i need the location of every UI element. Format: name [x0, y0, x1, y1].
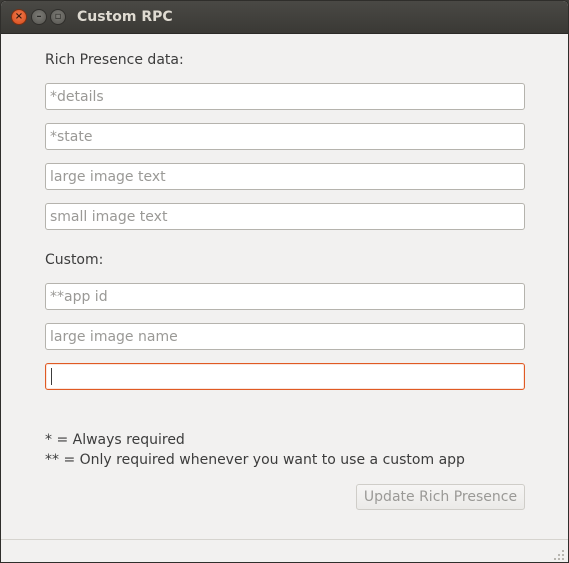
small-image-name-input[interactable] — [45, 363, 525, 390]
details-input[interactable] — [45, 83, 525, 110]
maximize-window-icon[interactable]: ▫ — [50, 9, 66, 25]
close-window-icon[interactable]: × — [11, 9, 27, 25]
minimize-window-icon[interactable]: – — [31, 9, 47, 25]
small-image-text-input[interactable] — [45, 203, 525, 230]
app-id-input[interactable] — [45, 283, 525, 310]
large-image-text-input[interactable] — [45, 163, 525, 190]
rich-presence-section-label: Rich Presence data: — [45, 52, 184, 68]
large-image-name-input[interactable] — [45, 323, 525, 350]
title-bar[interactable]: × – ▫ Custom RPC — [1, 1, 568, 34]
app-window: × – ▫ Custom RPC Rich Presence data: Cus… — [0, 0, 569, 563]
update-rich-presence-button[interactable]: Update Rich Presence — [356, 484, 525, 510]
status-bar — [1, 539, 568, 562]
always-required-note: * = Always required — [45, 432, 185, 448]
resize-grip-icon[interactable] — [554, 550, 564, 560]
state-input[interactable] — [45, 123, 525, 150]
window-title: Custom RPC — [77, 9, 173, 25]
custom-section-label: Custom: — [45, 252, 104, 268]
custom-required-note: ** = Only required whenever you want to … — [45, 452, 465, 468]
text-caret — [51, 368, 52, 385]
